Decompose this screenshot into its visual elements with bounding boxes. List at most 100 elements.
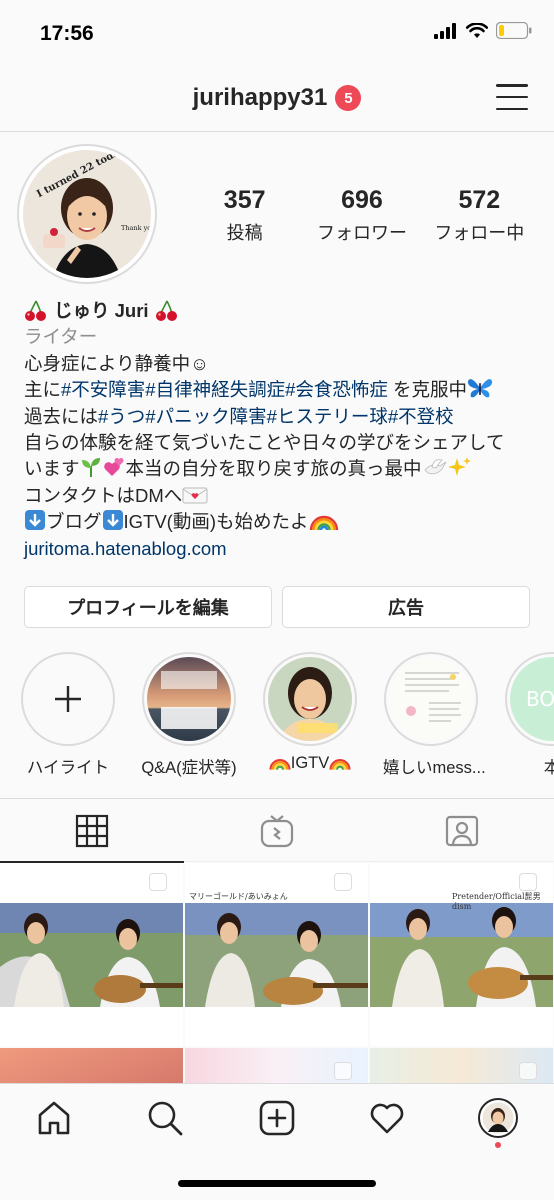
- post-thumbnail[interactable]: Pretender/Official髭男dism: [370, 863, 553, 1046]
- username[interactable]: jurihappy31: [193, 84, 328, 112]
- menu-icon[interactable]: [496, 82, 528, 112]
- highlight-cover: BOO: [510, 657, 554, 741]
- multi-post-icon: [519, 873, 537, 891]
- bio-line-7a: ブログ: [46, 511, 102, 533]
- bio-display-name: じゅり Juri: [54, 300, 149, 321]
- following-count: 572: [458, 186, 501, 214]
- bio-line-6: コンタクトはDMへ: [24, 483, 544, 509]
- highlight-cover: [147, 657, 231, 741]
- highlight-igtv[interactable]: IGTV: [262, 652, 358, 773]
- bio-line-5b: 本当の自分を取り戻す旅の真っ最中: [125, 458, 422, 480]
- profile-avatar-icon: [478, 1098, 518, 1138]
- cherry-icon: [155, 300, 177, 322]
- tab-igtv[interactable]: [185, 799, 369, 862]
- bio-line-2-suffix: を克服中: [387, 379, 468, 401]
- highlight-igtv-label: IGTV: [290, 754, 330, 772]
- stat-following[interactable]: 572 フォロー中: [421, 186, 538, 245]
- post-thumbnail[interactable]: [370, 1048, 553, 1083]
- notification-badge: 5: [335, 85, 362, 111]
- edit-profile-button[interactable]: プロフィールを編集: [24, 586, 272, 628]
- username-switcher[interactable]: jurihappy31 5: [0, 84, 554, 112]
- tab-tagged[interactable]: [370, 799, 554, 862]
- bio-line-3: 過去には#うつ#パニック障害#ヒステリー球#不登校: [24, 404, 544, 430]
- highlight-qa[interactable]: Q&A(症状等): [141, 652, 237, 778]
- heart-icon: [370, 1103, 404, 1134]
- add-post-icon: [259, 1100, 295, 1136]
- profile-notification-dot: [495, 1142, 501, 1148]
- highlight-messages[interactable]: 嬉しいmess...: [383, 652, 486, 778]
- bio-line-6-text: コンタクトはDMへ: [24, 484, 183, 506]
- highlight-cover: [389, 657, 473, 741]
- status-icons: [434, 22, 532, 39]
- highlight-label: IGTV: [262, 754, 358, 773]
- wifi-icon: [466, 22, 488, 38]
- signal-icon: [434, 22, 456, 39]
- status-bar: 17:56: [0, 0, 554, 70]
- tagged-icon: [445, 815, 479, 846]
- stat-followers[interactable]: 696 フォロワー: [303, 186, 420, 245]
- plus-icon: [55, 686, 81, 712]
- post-caption: Pretender/Official髭男dism: [452, 892, 541, 911]
- bio-hashtags-2[interactable]: #うつ#パニック障害#ヒステリー球#不登校: [98, 406, 454, 427]
- highlight-label: 本: [543, 759, 554, 777]
- highlight-ring: [384, 652, 478, 746]
- highlight-new-ring: [21, 652, 115, 746]
- grid-icon: [75, 814, 109, 847]
- nav-profile[interactable]: [478, 1098, 518, 1138]
- bio-hashtags-1[interactable]: #不安障害#自律神経失調症#会食恐怖症: [61, 379, 388, 400]
- multi-post-icon: [519, 1062, 537, 1080]
- highlight-books[interactable]: BOO 本: [504, 652, 554, 778]
- posts-grid: マリーゴールド/あいみょん Pretender/Official髭男dism: [0, 863, 554, 1083]
- tab-grid[interactable]: [0, 799, 184, 863]
- love-letter-icon: [182, 487, 208, 504]
- post-thumbnail[interactable]: [0, 1048, 183, 1083]
- battery-icon: [496, 22, 532, 39]
- bio-category: ライター: [24, 326, 98, 348]
- nav-new-post[interactable]: [257, 1098, 297, 1138]
- profile-avatar[interactable]: I turned 22 today! Thank you: [17, 144, 157, 284]
- post-caption: マリーゴールド/あいみょん: [189, 892, 288, 901]
- bio-line-1: 心身症により静養中☺︎: [24, 352, 210, 374]
- post-thumbnail[interactable]: [0, 863, 183, 1046]
- rainbow-icon: [329, 759, 351, 770]
- highlight-new[interactable]: ハイライト: [20, 652, 116, 782]
- rainbow-icon: [269, 759, 291, 770]
- nav-activity[interactable]: [367, 1098, 407, 1138]
- bio-line-7: ブログ IGTV(動画)も始めたよ: [24, 509, 544, 535]
- followers-count: 696: [341, 186, 383, 214]
- home-indicator: [178, 1180, 376, 1187]
- stat-posts[interactable]: 357 投稿: [186, 186, 303, 245]
- home-icon: [38, 1101, 70, 1135]
- bio-line-5a: います: [24, 458, 80, 480]
- posts-label: 投稿: [226, 223, 263, 243]
- rainbow-icon: [309, 516, 338, 531]
- cherry-icon: [25, 300, 46, 322]
- highlight-cover-text: BOO: [526, 687, 554, 711]
- two-hearts-icon: [103, 458, 124, 477]
- highlight-label: 嬉しいmess...: [383, 759, 486, 777]
- highlight-label: Q&A(症状等): [141, 759, 237, 777]
- post-thumbnail[interactable]: [185, 1048, 368, 1083]
- avatar-photo: I turned 22 today! Thank you: [23, 150, 151, 278]
- profile-header: jurihappy31 5: [0, 70, 554, 132]
- highlight-label: ハイライト: [26, 759, 110, 777]
- bio-line-2-prefix: 主に: [24, 379, 62, 401]
- posts-count: 357: [223, 186, 266, 214]
- nav-home[interactable]: [34, 1098, 74, 1138]
- profile-tabs: [0, 798, 554, 863]
- nav-search[interactable]: [145, 1098, 185, 1138]
- butterfly-icon: [467, 379, 493, 398]
- down-arrow-icon: [25, 510, 45, 531]
- profile-stats: 357 投稿 696 フォロワー 572 フォロー中: [186, 186, 538, 245]
- highlight-ring: [142, 652, 236, 746]
- down-arrow-icon: [102, 510, 123, 531]
- bio-website-link[interactable]: juritoma.hatenablog.com: [24, 536, 544, 562]
- multi-post-icon: [149, 873, 167, 891]
- following-label: フォロー中: [434, 223, 525, 243]
- ads-button[interactable]: 広告: [282, 586, 530, 628]
- seedling-icon: [81, 458, 100, 478]
- status-time: 17:56: [40, 22, 94, 45]
- post-thumbnail[interactable]: マリーゴールド/あいみょん: [185, 863, 368, 1046]
- profile-bio: じゅり Juri ライター 心身症により静養中☺︎ 主に#不安障害#自律神経失調…: [24, 298, 544, 562]
- bio-line-5: います 本当の自分を取り戻す旅の真っ最中: [24, 456, 544, 482]
